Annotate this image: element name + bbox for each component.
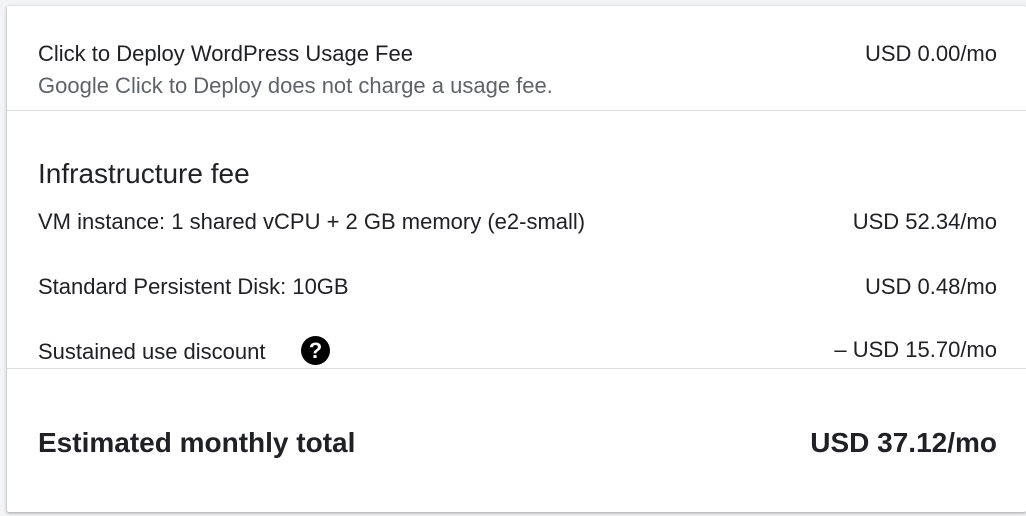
estimated-total-value: USD 37.12/mo <box>810 427 997 458</box>
estimated-total-label: Estimated monthly total <box>38 427 356 458</box>
persistent-disk-value: USD 0.48/mo <box>864 274 997 299</box>
sustained-use-discount-label: Sustained use discount <box>38 339 266 364</box>
pricing-summary-card: Click to Deploy WordPress Usage Fee USD … <box>7 6 1026 512</box>
vm-instance-label: VM instance: 1 shared vCPU + 2 GB memory… <box>38 209 586 234</box>
sustained-use-discount-value: – USD 15.70/mo <box>834 337 997 362</box>
infrastructure-section: Infrastructure fee VM instance: 1 shared… <box>7 111 1026 368</box>
infrastructure-heading: Infrastructure fee <box>38 158 250 189</box>
usage-fee-note: Google Click to Deploy does not charge a… <box>38 73 553 98</box>
persistent-disk-label: Standard Persistent Disk: 10GB <box>38 274 349 299</box>
usage-fee-section: Click to Deploy WordPress Usage Fee USD … <box>7 6 1026 110</box>
total-section: Estimated monthly total USD 37.12/mo <box>7 369 1026 512</box>
help-circle-icon[interactable]: ? <box>301 336 330 365</box>
vm-instance-value: USD 52.34/mo <box>852 209 997 234</box>
usage-fee-value: USD 0.00/mo <box>864 41 997 66</box>
usage-fee-label: Click to Deploy WordPress Usage Fee <box>38 41 413 66</box>
